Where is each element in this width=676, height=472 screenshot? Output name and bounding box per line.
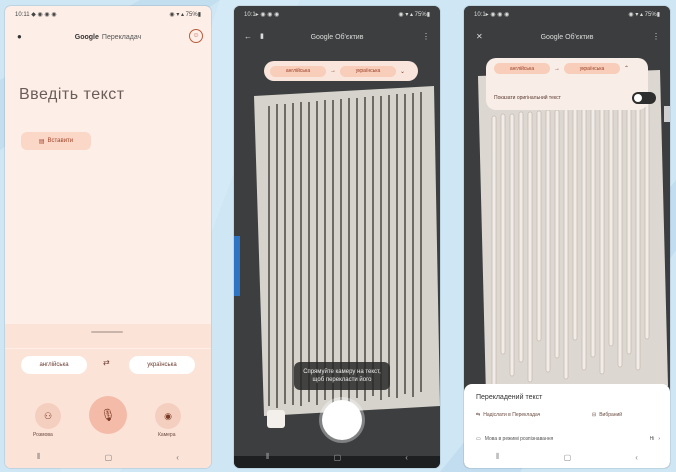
brand-google: Google [74, 33, 99, 41]
nav-home-icon[interactable]: ▢ [105, 453, 113, 462]
nav-back-icon[interactable]: ‹ [176, 453, 179, 462]
target-language-button[interactable]: українська [129, 356, 195, 374]
arrow-right-icon: → [330, 68, 336, 74]
app-title: Google Об'єктив [310, 33, 364, 41]
phone-translator-screen: 10:11 ◆ ◉ ◉ ◉ ◉ ▾ ▴ 75%▮ ● Google Перекл… [5, 6, 211, 468]
panel-divider [5, 324, 211, 348]
nav-home-icon[interactable]: ▢ [334, 453, 342, 462]
microphone-icon: 🎙 [100, 408, 116, 422]
paste-button[interactable]: ▤ Вставити [21, 132, 91, 150]
more-options-icon[interactable]: ⋮ [422, 32, 430, 42]
target-language-label: українська [147, 362, 177, 368]
text-input-placeholder[interactable]: Введіть текст [19, 86, 125, 104]
back-arrow-icon[interactable]: ← [244, 32, 252, 42]
phone-lens-translated-screen: 10:1▸ ◉ ◉ ◉ ◉ ▾ ▴ 75%▮ ✕ Google Об'єктив… [464, 6, 670, 468]
show-original-label: Показати оригінальний текст [494, 95, 561, 101]
app-title: Перекладач [101, 33, 142, 41]
close-icon[interactable]: ✕ [476, 32, 483, 42]
source-language-label: англійська [39, 362, 69, 368]
open-in-translator-button[interactable]: ⇆ Надіслати в Перекладач [476, 412, 540, 418]
system-nav-bar: ⦀ ▢ ‹ [464, 446, 670, 468]
source-language-chip[interactable]: англійська [270, 65, 326, 77]
gallery-thumbnail[interactable] [267, 410, 285, 428]
account-dot-icon[interactable]: ● [17, 32, 22, 42]
selected-label: Вибраний [599, 412, 623, 418]
shutter-button[interactable] [322, 400, 362, 440]
nav-back-icon[interactable]: ‹ [405, 453, 408, 462]
app-header: ● Google Перекладач ☺ [5, 26, 211, 48]
camera-hint-toast: Спрямуйте камеру на текст, щоб перекласт… [294, 362, 390, 390]
system-nav-bar: ⦀ ▢ ‹ [234, 446, 440, 468]
camera-button[interactable]: ◉ [155, 403, 181, 429]
app-header: ← ▮ Google Об'єктив ⋮ [234, 26, 440, 48]
status-icons: ◉ ▾ ▴ 75%▮ [628, 11, 660, 18]
status-icons: ◉ ▾ ▴ 75%▮ [169, 11, 201, 18]
status-bar: 10:1▸ ◉ ◉ ◉ ◉ ▾ ▴ 75%▮ [464, 6, 670, 22]
more-options-icon[interactable]: ⋮ [652, 32, 660, 42]
drag-handle[interactable] [91, 331, 123, 333]
phone-lens-camera-screen: 10:1▸ ◉ ◉ ◉ ◉ ▾ ▴ 75%▮ ← ▮ Google Об'єкт… [234, 6, 440, 468]
language-options-panel: англійська → українська ⌃ Показати оригі… [486, 58, 648, 110]
sheet-title: Перекладений текст [476, 394, 543, 401]
target-language-chip[interactable]: українська [340, 65, 396, 77]
select-icon: ⊟ [592, 412, 597, 418]
microphone-button[interactable]: 🎙 [89, 396, 127, 434]
chevron-right-icon: › [658, 436, 660, 442]
camera-hint-text: Спрямуйте камеру на текст, щоб перекласт… [303, 369, 381, 383]
swap-languages-icon[interactable]: ⇄ [103, 358, 110, 367]
source-language-chip[interactable]: англійська [494, 63, 550, 74]
nav-recents-icon[interactable]: ⦀ [37, 452, 41, 462]
app-title: Google Об'єктив [540, 33, 594, 41]
chevron-up-icon[interactable]: ⌃ [624, 65, 629, 72]
recognition-language-label: Мова в режимі розпізнавання [484, 436, 554, 442]
source-language-button[interactable]: англійська [21, 356, 87, 374]
translate-icon: ⇆ [476, 412, 481, 418]
nav-recents-icon[interactable]: ⦀ [496, 452, 500, 462]
conversation-icon: ⚇ [43, 410, 53, 421]
nav-home-icon[interactable]: ▢ [564, 453, 572, 462]
clipboard-icon: ▤ [38, 138, 45, 145]
selected-button[interactable]: ⊟ Вибраний [592, 412, 622, 418]
recognition-language-row[interactable]: ▭ Мова в режимі розпізнавання Ні › [476, 436, 660, 442]
recognition-language-value: Ні [649, 436, 655, 442]
chat-icon: ▭ [476, 436, 481, 442]
system-nav-bar: ⦀ ▢ ‹ [5, 446, 211, 468]
history-icon[interactable]: ▮ [260, 32, 264, 42]
conversation-button[interactable]: ⚇ [35, 403, 61, 429]
arrow-right-icon: → [554, 65, 560, 72]
show-original-toggle[interactable] [632, 92, 656, 104]
language-selector-bar: англійська → українська ⌄ [264, 61, 418, 81]
status-time: 10:1▸ ◉ ◉ ◉ [244, 11, 280, 18]
open-translator-label: Надіслати в Перекладач [483, 412, 541, 418]
camera-icon: ◉ [164, 410, 172, 421]
status-bar: 10:11 ◆ ◉ ◉ ◉ ◉ ▾ ▴ 75%▮ [5, 6, 211, 22]
target-language-chip[interactable]: українська [564, 63, 620, 74]
status-time: 10:11 ◆ ◉ ◉ ◉ [15, 11, 57, 18]
nav-back-icon[interactable]: ‹ [635, 453, 638, 462]
nav-recents-icon[interactable]: ⦀ [266, 452, 270, 462]
status-time: 10:1▸ ◉ ◉ ◉ [474, 11, 510, 18]
camera-label: Камера [158, 432, 176, 438]
language-selector-bar: англійська → українська ⌃ [494, 63, 629, 74]
status-icons: ◉ ▾ ▴ 75%▮ [398, 11, 430, 18]
paste-label: Вставити [47, 138, 74, 144]
conversation-label: Розмова [33, 432, 53, 438]
profile-avatar-icon[interactable]: ☺ [189, 29, 203, 43]
app-header: ✕ Google Об'єктив ⋮ [464, 26, 670, 48]
chevron-down-icon[interactable]: ⌄ [400, 68, 405, 75]
status-bar: 10:1▸ ◉ ◉ ◉ ◉ ▾ ▴ 75%▮ [234, 6, 440, 22]
